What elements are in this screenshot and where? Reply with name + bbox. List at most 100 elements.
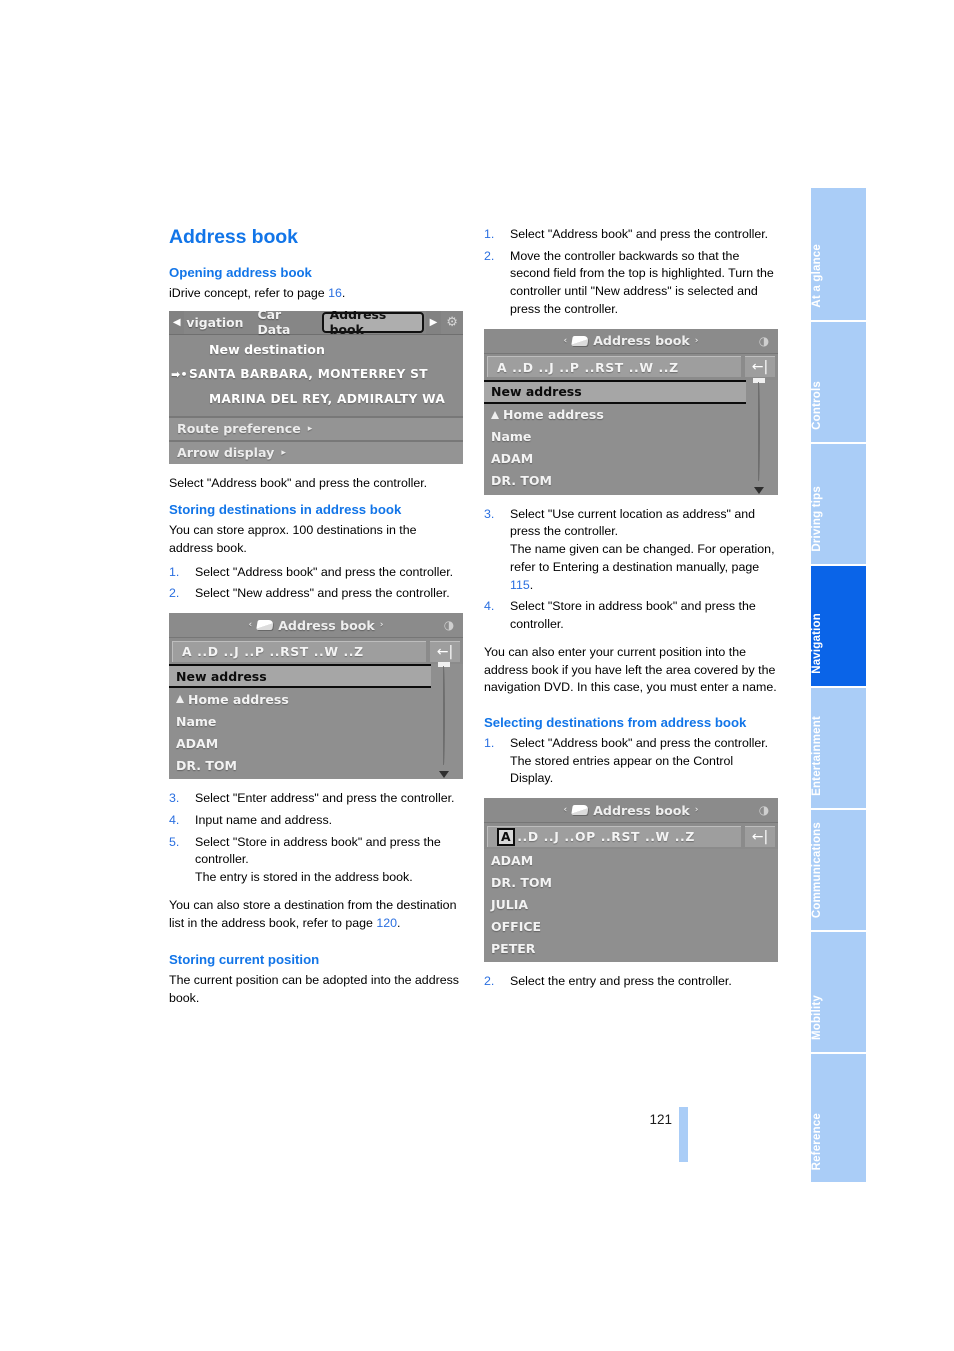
alphabet-strip[interactable]: A ..D ..J ..P ..RST ..W ..Z (172, 640, 426, 662)
storing-note-pre: You can also store a destination from th… (169, 897, 457, 930)
scroll-down-arrow-icon[interactable] (439, 771, 449, 779)
storing-note: You can also store a destination from th… (169, 897, 463, 932)
list-item[interactable]: Name (169, 710, 463, 732)
step-number: 3. (169, 791, 180, 806)
alphabet-strip[interactable]: A ..D ..J ..OP ..RST ..W ..Z (487, 825, 741, 847)
header-title: Address book (593, 802, 690, 818)
list-item[interactable]: DR. TOM (484, 470, 778, 492)
thumb-tab-label: Mobility (811, 994, 823, 1040)
item-label: ADAM (491, 451, 534, 467)
scroll-down-arrow-icon[interactable] (754, 486, 764, 494)
list-item[interactable]: DR. TOM (484, 871, 778, 893)
page-title: Address book (169, 226, 298, 248)
thumb-tab-controls[interactable]: Controls (811, 322, 866, 442)
figure-caption-code (771, 908, 778, 954)
alphabet-strip[interactable]: A ..D ..J ..P ..RST ..W ..Z (487, 356, 741, 378)
idrive-tab-address-book[interactable]: Address book (321, 311, 424, 337)
scroll-track (442, 666, 445, 766)
list-item[interactable]: ADAM (484, 849, 778, 871)
current-position-note: You can also enter your current position… (484, 644, 777, 695)
idrive-tab-car-data[interactable]: Car Data (250, 311, 319, 338)
item-label: DR. TOM (176, 757, 237, 773)
page-number: 121 (649, 1112, 672, 1127)
scrollbar[interactable] (437, 662, 451, 779)
next-arrow-icon[interactable]: › (695, 805, 699, 815)
figure-caption-code (771, 441, 778, 487)
alphabet-bar: A ..D ..J ..OP ..RST ..W ..Z ←| (484, 823, 778, 850)
address-book-header: ‹ Address book › ◑ (169, 613, 463, 639)
list-item[interactable]: JULIA (484, 893, 778, 915)
thumb-tab-reference[interactable]: Reference (811, 1054, 866, 1182)
opening-intro-pre: iDrive concept, refer to page (169, 285, 329, 300)
screenshot-navigation-menu: ◀ vigation Car Data Address book ▶ ⚙ New… (169, 310, 463, 464)
next-arrow-icon[interactable]: › (695, 336, 699, 346)
step-text: Move the controller backwards so that th… (510, 248, 774, 316)
thumb-tab-navigation[interactable]: Navigation (811, 566, 866, 686)
item-label: ADAM (176, 735, 219, 751)
idrive-tab-navigation[interactable]: vigation (184, 311, 250, 334)
row-label: MARINA DEL REY, ADMIRALTY WA (209, 392, 446, 407)
step-number: 1. (484, 227, 495, 241)
list-item[interactable]: ADAM (169, 732, 463, 754)
list-item: 2. Move the controller backwards so that… (484, 248, 778, 319)
next-arrow-icon[interactable]: › (380, 620, 384, 630)
page-ref-120[interactable]: 120 (376, 916, 397, 930)
opening-intro: iDrive concept, refer to page 16. (169, 285, 463, 303)
thumb-tab-label: At a glance (811, 244, 823, 308)
thumb-tab-entertainment[interactable]: Entertainment (811, 688, 866, 808)
row-label: New destination (209, 341, 325, 357)
step-note: The name given can be changed. For opera… (510, 541, 778, 594)
right-arrow-icon[interactable]: ▶ (425, 310, 442, 334)
list-item-home-address[interactable]: Home address (484, 404, 778, 426)
address-book-list: New address Home address Name ADAM DR. T… (169, 662, 463, 780)
list-item[interactable]: New destination (169, 337, 463, 362)
header-title-group: ‹ Address book › (563, 333, 698, 348)
idrive-destination-list: New destination ➡• SANTA BARBARA, MONTER… (169, 334, 463, 416)
list-item[interactable]: Name (484, 426, 778, 448)
gear-icon[interactable]: ⚙ (441, 311, 463, 334)
alphabet-selected-letter[interactable]: A (497, 827, 516, 846)
left-arrow-icon[interactable]: ◀ (169, 310, 185, 334)
prev-arrow-icon[interactable]: ‹ (563, 805, 567, 815)
idrive-option-route-preference[interactable]: Route preference ▸ (169, 415, 463, 440)
thumb-tab-label: Driving tips (811, 486, 823, 552)
list-item[interactable]: OFFICE (484, 915, 778, 937)
back-icon[interactable]: ←| (745, 356, 775, 378)
list-item[interactable]: ➡• SANTA BARBARA, MONTERREY ST (169, 362, 463, 387)
address-book-entry-list: ADAM DR. TOM JULIA OFFICE PETER (484, 849, 778, 963)
list-item[interactable]: PETER (484, 937, 778, 959)
alphabet-bar: A ..D ..J ..P ..RST ..W ..Z ←| (169, 638, 463, 665)
step-number: 2. (169, 586, 180, 601)
thumb-tab-driving-tips[interactable]: Driving tips (811, 444, 866, 564)
list-item: 4. Input name and address. (169, 812, 463, 830)
storing-note-post: . (397, 915, 401, 930)
item-label: Home address (503, 407, 604, 423)
alphabet-bar: A ..D ..J ..P ..RST ..W ..Z ←| (484, 353, 778, 380)
scrollbar[interactable] (752, 377, 766, 495)
list-item: 3. Select "Enter address" and press the … (169, 790, 463, 808)
list-item[interactable]: ADAM (484, 448, 778, 470)
address-book-icon (571, 805, 589, 816)
thumb-tab-at-a-glance[interactable]: At a glance (811, 188, 866, 320)
item-label: New address (176, 668, 267, 684)
idrive-option-arrow-display[interactable]: Arrow display ▸ (169, 439, 463, 464)
list-item-new-address[interactable]: New address (484, 379, 746, 404)
prev-arrow-icon[interactable]: ‹ (248, 620, 252, 630)
row-label: SANTA BARBARA, MONTERREY ST (189, 367, 428, 382)
current-position-intro: The current position can be adopted into… (169, 973, 459, 1005)
thumb-tab-mobility[interactable]: Mobility (811, 932, 866, 1052)
back-icon[interactable]: ←| (430, 640, 460, 662)
thumb-tab-communications[interactable]: Communications (811, 810, 866, 930)
list-item-new-address[interactable]: New address (169, 664, 431, 689)
selecting-steps-2: 2. Select the entry and press the contro… (484, 973, 778, 991)
prev-arrow-icon[interactable]: ‹ (563, 336, 567, 346)
step-text: Select "Use current location as address"… (510, 506, 756, 539)
list-item[interactable]: DR. TOM (169, 754, 463, 776)
list-item-home-address[interactable]: Home address (169, 688, 463, 710)
list-item[interactable]: MARINA DEL REY, ADMIRALTY WA (169, 387, 463, 412)
step-note: The stored entries appear on the Control… (510, 753, 734, 786)
page-ref-115[interactable]: 115 (510, 578, 530, 592)
storing-steps-1-2: 1. Select "Address book" and press the c… (169, 564, 463, 603)
page-ref-16[interactable]: 16 (328, 286, 342, 300)
back-icon[interactable]: ←| (745, 825, 775, 847)
